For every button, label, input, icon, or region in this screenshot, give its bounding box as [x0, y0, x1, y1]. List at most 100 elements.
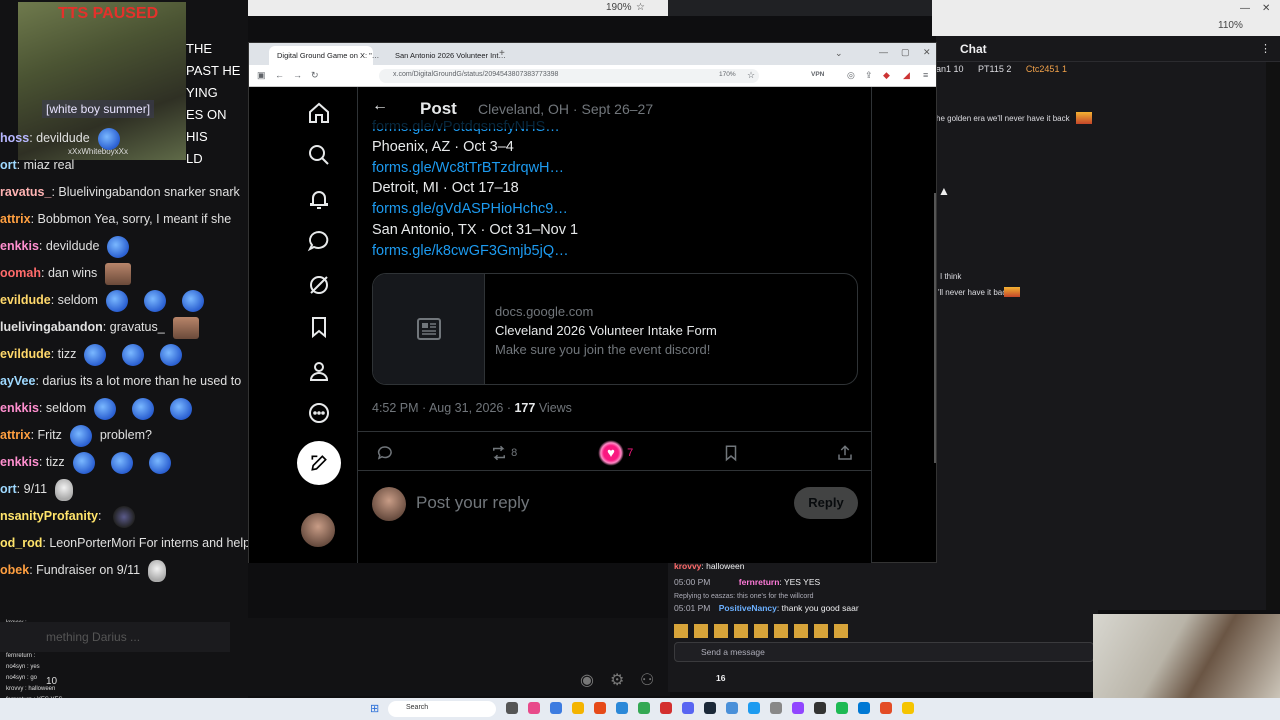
- repost-button[interactable]: 8: [490, 444, 517, 462]
- chevron-down-icon[interactable]: ⌄: [835, 48, 843, 59]
- chat-username[interactable]: ravatus_: [0, 185, 51, 199]
- chrome-icon[interactable]: [638, 702, 650, 714]
- chat-username[interactable]: enkkis: [0, 401, 39, 415]
- app-icon[interactable]: [550, 702, 562, 714]
- tweet-link[interactable]: forms.gle/k8cwGF3Gmjb5jQ…: [372, 243, 569, 259]
- chat-username[interactable]: oomah: [0, 266, 41, 280]
- chat-username[interactable]: evildude: [0, 347, 51, 361]
- discord-icon[interactable]: [682, 702, 694, 714]
- reply-input[interactable]: Post your reply: [416, 493, 529, 513]
- account-avatar[interactable]: [301, 513, 335, 547]
- taskbar-search[interactable]: Search: [388, 701, 496, 717]
- chat-username[interactable]: od_rod: [0, 536, 42, 550]
- chat-user[interactable]: PositiveNancy: [719, 603, 777, 613]
- explore-icon[interactable]: [307, 143, 331, 167]
- messages-icon[interactable]: [307, 229, 331, 253]
- chat-emote-icon: [72, 451, 95, 474]
- compose-button[interactable]: [297, 441, 341, 485]
- chat-text: tizz: [45, 455, 65, 469]
- new-tab-icon[interactable]: +: [499, 48, 505, 59]
- chat-username[interactable]: nsanityProfanity: [0, 509, 98, 523]
- bookmark-star-icon[interactable]: ☆: [747, 70, 755, 81]
- close-icon[interactable]: ✕: [1262, 3, 1270, 14]
- start-icon[interactable]: ⊞: [370, 702, 379, 715]
- chat-settings-icon[interactable]: ⋮: [1260, 42, 1271, 55]
- menu-icon[interactable]: ≡: [923, 70, 928, 80]
- reply-icon[interactable]: [376, 444, 394, 465]
- post-timestamp[interactable]: 4:52 PM · Aug 31, 2026 ·: [372, 401, 511, 415]
- file-explorer-icon[interactable]: [572, 702, 584, 714]
- spotify-icon[interactable]: [836, 702, 848, 714]
- left-chat-input[interactable]: mething Darius ...: [0, 622, 230, 652]
- bookmarks-icon[interactable]: [307, 315, 331, 339]
- home-icon[interactable]: [307, 101, 331, 125]
- users-icon[interactable]: ⚇: [640, 670, 654, 690]
- emote-bar[interactable]: [674, 624, 854, 638]
- chat-text: LeonPorterMori For interns and helpers y…: [49, 536, 248, 550]
- reply-button[interactable]: Reply: [794, 487, 858, 519]
- chat-username[interactable]: attrix: [0, 428, 31, 442]
- youtube-icon[interactable]: [660, 702, 672, 714]
- sidebar-icon[interactable]: ▣: [257, 70, 266, 81]
- task-view-icon[interactable]: [506, 702, 518, 714]
- right-chat-scrollbar[interactable]: [1266, 36, 1280, 610]
- app-icon[interactable]: [594, 702, 606, 714]
- eye-icon[interactable]: ◉: [580, 670, 594, 690]
- tab-x-post[interactable]: Digital Ground Game on X: "…: [269, 46, 379, 65]
- zoom-level[interactable]: 170%: [719, 71, 736, 78]
- like-button[interactable]: ♥ 7: [598, 440, 633, 466]
- vpn-badge[interactable]: VPN: [811, 71, 824, 78]
- url-input[interactable]: x.com/DigitalGroundG/status/209454380738…: [379, 69, 759, 83]
- streamer-webcam: [1093, 614, 1280, 704]
- obs-icon[interactable]: [814, 702, 826, 714]
- minimize-icon[interactable]: —: [879, 47, 888, 57]
- app-icon[interactable]: [770, 702, 782, 714]
- chat-username[interactable]: hoss: [0, 131, 29, 145]
- maximize-icon[interactable]: ▢: [901, 47, 910, 58]
- forward-icon[interactable]: →: [293, 70, 302, 80]
- settings-icon[interactable]: ⚙: [610, 670, 624, 690]
- back-icon[interactable]: ←: [275, 70, 284, 80]
- page-scrollbar[interactable]: [934, 193, 936, 463]
- close-icon[interactable]: ✕: [923, 47, 931, 58]
- app-icon[interactable]: [880, 702, 892, 714]
- chat-text: problem?: [99, 428, 152, 442]
- extension-icon[interactable]: ◆: [883, 70, 890, 81]
- share-icon[interactable]: ⇪: [865, 70, 873, 81]
- chat-username[interactable]: ort: [0, 482, 17, 496]
- tweet-link[interactable]: forms.gle/Wc8tTrBTzdrqwH…: [372, 160, 564, 176]
- app-icon[interactable]: [528, 702, 540, 714]
- chat-username[interactable]: ort: [0, 158, 17, 172]
- send-message-input[interactable]: Send a message: [674, 642, 1094, 662]
- profile-icon[interactable]: [307, 359, 331, 383]
- share-icon[interactable]: [836, 444, 854, 465]
- chat-username[interactable]: luelivingabandon: [0, 320, 103, 334]
- channel-points[interactable]: 16: [716, 673, 725, 683]
- grok-icon[interactable]: [307, 273, 331, 297]
- extension-icon[interactable]: ◢: [903, 70, 910, 81]
- link-card[interactable]: docs.google.com Cleveland 2026 Volunteer…: [372, 273, 858, 385]
- edge-icon[interactable]: [616, 702, 628, 714]
- app-icon[interactable]: [858, 702, 870, 714]
- tweet-link[interactable]: forms.gle/gVdASPHioHchc9…: [372, 201, 568, 217]
- account-icon[interactable]: ◎: [847, 70, 855, 81]
- minimize-icon[interactable]: —: [1240, 3, 1250, 14]
- chat-user[interactable]: fernreturn: [739, 577, 780, 587]
- back-arrow-icon[interactable]: ←: [372, 97, 388, 115]
- twitch-icon[interactable]: [792, 702, 804, 714]
- chat-username[interactable]: enkkis: [0, 455, 39, 469]
- app-icon[interactable]: [902, 702, 914, 714]
- notifications-icon[interactable]: [307, 187, 331, 211]
- chat-username[interactable]: ayVee: [0, 374, 35, 388]
- chat-username[interactable]: attrix: [0, 212, 31, 226]
- steam-icon[interactable]: [704, 702, 716, 714]
- more-icon[interactable]: [307, 401, 331, 425]
- app-icon[interactable]: [726, 702, 738, 714]
- chat-username[interactable]: evildude: [0, 293, 51, 307]
- chat-username[interactable]: obek: [0, 563, 29, 577]
- app-icon[interactable]: [748, 702, 760, 714]
- bookmark-icon[interactable]: [722, 444, 740, 465]
- chat-username[interactable]: enkkis: [0, 239, 39, 253]
- reload-icon[interactable]: ↻: [311, 70, 319, 81]
- tab-volunteer-form[interactable]: San Antonio 2026 Volunteer Int…: [387, 46, 506, 65]
